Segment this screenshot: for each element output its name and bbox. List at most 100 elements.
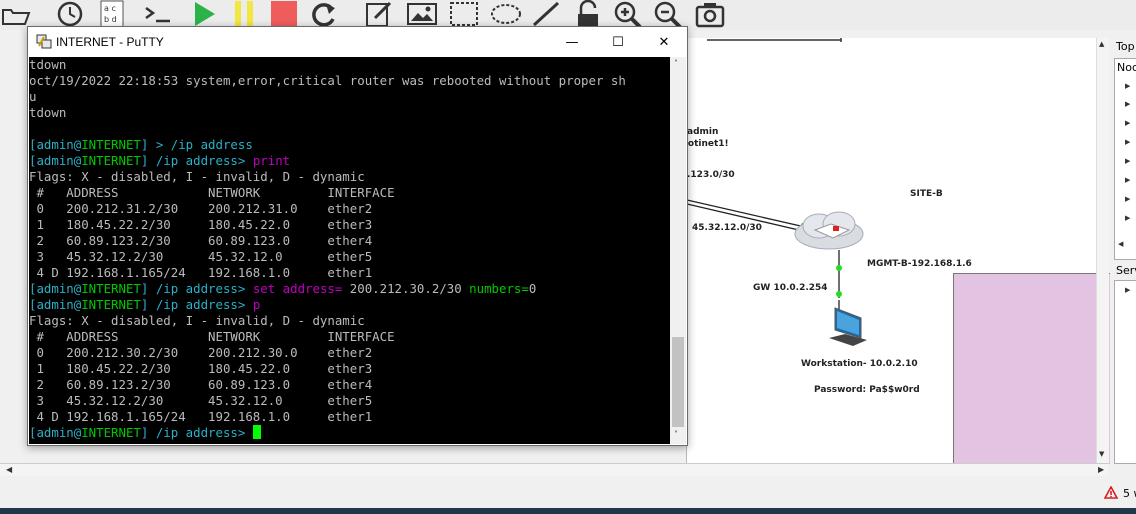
canvas-horizontal-scrollbar[interactable]: ◀ ▶	[0, 463, 1108, 476]
terminal-text: 4 D 192.168.1.165/24 192.168.1.0 ether1	[29, 265, 373, 280]
terminal-text: 2 60.89.123.2/30 60.89.123.0 ether4	[29, 377, 373, 392]
svg-text:a c: a c	[104, 4, 116, 13]
svg-text:b d: b d	[104, 15, 117, 24]
nodes-tree[interactable]: Noc ▶ ▶ ▶ ▶ ▶ ▶ ▶ ▶ ◀	[1114, 58, 1136, 260]
start-icon[interactable]	[188, 0, 220, 28]
terminal-text: 0 200.212.30.2/30 200.212.30.0 ether2	[29, 345, 373, 360]
console-icon[interactable]	[142, 0, 174, 28]
expand-arrow-icon[interactable]: ▶	[1125, 214, 1130, 222]
terminal-text: 2 60.89.123.2/30 60.89.123.0 ether4	[29, 233, 373, 248]
fortigate-cloud-icon[interactable]	[791, 208, 867, 252]
lock-icon[interactable]	[572, 0, 604, 28]
terminal-text: INTERNET	[81, 153, 141, 168]
insert-image-icon[interactable]	[406, 0, 438, 28]
terminal-line: 1 180.45.22.2/30 180.45.22.0 ether3	[29, 361, 670, 377]
draw-rectangle-icon[interactable]	[448, 0, 480, 28]
admin-label: admin	[687, 127, 719, 137]
clock-icon[interactable]	[54, 0, 86, 28]
terminal-line: tdown	[29, 105, 670, 121]
terminal-text: ] /ip address>	[140, 281, 253, 296]
terminal-text: INTERNET	[81, 297, 141, 312]
expand-arrow-icon[interactable]: ▶	[1125, 138, 1130, 146]
expand-arrow-icon[interactable]: ▶	[1125, 195, 1130, 203]
terminal-text: INTERNET	[81, 425, 141, 440]
text-abc-icon[interactable]: a c b d	[96, 0, 128, 28]
os-taskbar	[0, 508, 1136, 514]
maximize-button[interactable]: ☐	[595, 27, 641, 57]
scrollbar-thumb[interactable]	[672, 337, 684, 427]
terminal-text: INTERNET	[81, 281, 141, 296]
link-dot	[836, 265, 842, 271]
edit-note-icon[interactable]	[364, 0, 396, 28]
terminal-text: [admin@	[29, 297, 82, 312]
terminal-line: 1 180.45.22.2/30 180.45.22.0 ether3	[29, 217, 670, 233]
workstation-label: Workstation- 10.0.2.10	[801, 359, 918, 369]
terminal-line: [admin@INTERNET] /ip address> set addres…	[29, 281, 670, 297]
terminal-scrollbar[interactable]: ˄ ˅	[670, 57, 686, 444]
expand-arrow-icon[interactable]: ▶	[1125, 176, 1130, 184]
link-123-label: .123.0/30	[687, 170, 735, 180]
terminal-text: [admin@	[29, 425, 82, 440]
terminal-text: 4 D 192.168.1.165/24 192.168.1.0 ether1	[29, 409, 373, 424]
site-b-label: SITE-B	[910, 189, 943, 199]
scroll-up-arrow[interactable]: ˄	[674, 59, 678, 68]
stop-icon[interactable]	[268, 0, 300, 28]
pause-icon[interactable]	[228, 0, 260, 28]
terminal-text: tdown	[29, 105, 67, 120]
terminal-text: tdown	[29, 57, 67, 72]
workstation-icon[interactable]	[827, 306, 869, 350]
scroll-right-arrow[interactable]: ▶	[1098, 465, 1104, 474]
expand-arrow-icon[interactable]: ▶	[1125, 100, 1130, 108]
terminal-text: ] /ip address>	[140, 153, 253, 168]
servers-tree[interactable]: ▶	[1114, 280, 1136, 464]
expand-arrow-icon[interactable]: ▶	[1125, 119, 1130, 127]
topology-canvas[interactable]: admin fotinet1! .123.0/30 SITE-B 45.32.1…	[684, 38, 1110, 464]
open-folder-icon[interactable]	[0, 0, 32, 28]
putty-window[interactable]: INTERNET - PuTTY — ☐ ✕ tdown oct/19/2022 …	[27, 26, 688, 446]
warning-icon[interactable]	[1104, 486, 1118, 499]
minimize-button[interactable]: —	[549, 27, 595, 57]
terminal-line: [admin@INTERNET] /ip address> p	[29, 297, 670, 313]
close-button[interactable]: ✕	[641, 27, 687, 57]
terminal-text: # ADDRESS NETWORK INTERFACE	[29, 185, 395, 200]
zoom-in-icon[interactable]	[612, 0, 644, 28]
scroll-left-arrow[interactable]: ◀	[6, 465, 12, 474]
window-title: INTERNET - PuTTY	[56, 35, 164, 49]
workstation-password-label: Password: Pa$$w0rd	[814, 385, 920, 395]
terminal-text: ] > /ip address	[140, 137, 253, 152]
zoom-out-icon[interactable]	[652, 0, 684, 28]
terminal-text: [admin@	[29, 153, 82, 168]
terminal-text: u	[29, 89, 37, 104]
expand-arrow-icon[interactable]: ▶	[1125, 286, 1130, 294]
expand-arrow-icon[interactable]: ▶	[1125, 82, 1130, 90]
terminal-line: tdown	[29, 57, 670, 73]
canvas-vertical-scrollbar[interactable]: ▲ ▼	[1096, 38, 1109, 463]
terminal-line: [admin@INTERNET] > /ip address	[29, 137, 670, 153]
terminal-text: print	[252, 153, 291, 168]
site-area-rectangle[interactable]	[953, 273, 1110, 464]
terminal-line: 4 D 192.168.1.165/24 192.168.1.0 ether1	[29, 409, 670, 425]
reload-icon[interactable]	[308, 0, 340, 28]
warning-count[interactable]: 5 w	[1123, 487, 1136, 500]
terminal-text: ] /ip address>	[140, 297, 253, 312]
scroll-down-arrow[interactable]: ▼	[1099, 450, 1104, 458]
terminal-text: 3 45.32.12.2/30 45.32.12.0 ether5	[29, 393, 373, 408]
scroll-left-arrow[interactable]: ◀	[1118, 240, 1123, 248]
expand-arrow-icon[interactable]: ▶	[1125, 157, 1130, 165]
putty-titlebar[interactable]: INTERNET - PuTTY — ☐ ✕	[28, 27, 687, 57]
draw-ellipse-icon[interactable]	[490, 0, 522, 28]
terminal-output[interactable]: tdown oct/19/2022 22:18:53 system,error,c…	[29, 57, 670, 444]
terminal-text: [admin@	[29, 281, 82, 296]
password-label: fotinet1!	[684, 139, 729, 149]
terminal-line: 2 60.89.123.2/30 60.89.123.0 ether4	[29, 233, 670, 249]
scroll-down-arrow[interactable]: ˅	[674, 430, 678, 439]
draw-line-icon[interactable]	[530, 0, 562, 28]
screenshot-camera-icon[interactable]	[694, 0, 726, 28]
nodes-column-header: Noc	[1117, 61, 1136, 74]
topology-panel-header: Top	[1116, 40, 1135, 53]
terminal-line: u	[29, 89, 670, 105]
terminal-line: # ADDRESS NETWORK INTERFACE	[29, 185, 670, 201]
scroll-up-arrow[interactable]: ▲	[1099, 40, 1104, 48]
gateway-label: GW 10.0.2.254	[753, 283, 828, 293]
